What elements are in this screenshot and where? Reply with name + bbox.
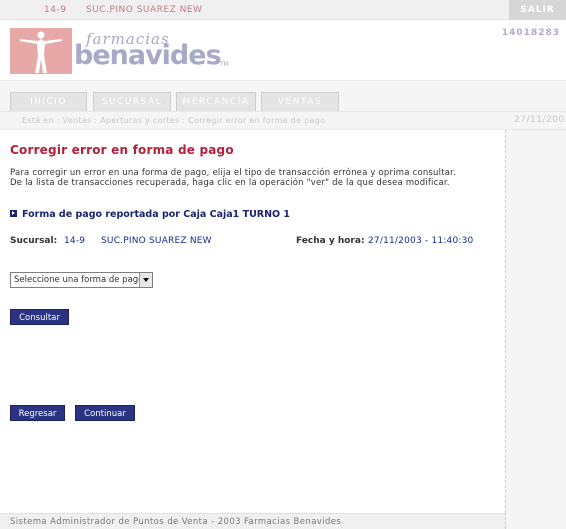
main-nav: INICIO SUCURSAL MERCANCÍA VENTAS <box>0 80 566 112</box>
header: farmacias benavides TM 14018283 <box>0 20 566 80</box>
breadcrumb-bar: Está en : Ventas : Aperturas y cortes : … <box>0 111 566 130</box>
store-name: SUC.PINO SUAREZ NEW <box>86 5 203 15</box>
consultar-button[interactable]: Consultar <box>10 309 69 325</box>
tab-inicio[interactable]: INICIO <box>10 92 87 112</box>
section-heading: Forma de pago reportada por Caja Caja1 T… <box>10 209 290 220</box>
logo-trademark: TM <box>220 61 229 68</box>
footer: Sistema Administrador de Puntos de Venta… <box>0 513 505 529</box>
footer-right-strip <box>505 513 566 529</box>
sucursal-code: 14-9 <box>64 236 86 246</box>
continuar-button[interactable]: Continuar <box>75 405 135 421</box>
chevron-down-icon[interactable] <box>139 273 152 287</box>
tab-mercancia[interactable]: MERCANCÍA <box>176 92 256 112</box>
exit-button[interactable]: SALIR <box>509 0 566 20</box>
fecha-label: Fecha y hora: <box>296 236 365 246</box>
sucursal-name: SUC.PINO SUAREZ NEW <box>101 236 212 246</box>
current-date: 27/11/2003 <box>514 115 566 125</box>
instructions: Para corregir un error en una forma de p… <box>10 168 490 188</box>
logo-figure-icon <box>10 28 72 74</box>
tab-sucursal[interactable]: SUCURSAL <box>93 92 171 112</box>
top-bar: 14-9 SUC.PINO SUAREZ NEW SALIR <box>0 0 566 20</box>
fecha-value: 27/11/2003 - 11:40:30 <box>368 236 474 246</box>
payment-type-select[interactable]: Seleccione una forma de pago <box>10 272 153 288</box>
payment-type-select-value: Seleccione una forma de pago <box>14 275 144 285</box>
arrow-bullet-icon <box>10 210 17 217</box>
page-title: Corregir error en forma de pago <box>10 143 234 157</box>
tab-ventas[interactable]: VENTAS <box>261 92 339 112</box>
section-title: Forma de pago reportada por Caja Caja1 T… <box>22 209 291 220</box>
main-content: Corregir error en forma de pago Para cor… <box>0 130 505 513</box>
user-id: 14018283 <box>501 28 560 38</box>
instructions-line-2: De la lista de transacciones recuperada,… <box>10 178 450 188</box>
store-code: 14-9 <box>44 5 67 15</box>
breadcrumb: Está en : Ventas : Aperturas y cortes : … <box>22 116 326 125</box>
logo-text-big: benavides <box>74 40 222 71</box>
instructions-line-1: Para corregir un error en una forma de p… <box>10 168 456 178</box>
regresar-button[interactable]: Regresar <box>10 405 65 421</box>
logo[interactable]: farmacias benavides TM <box>10 28 229 74</box>
footer-text: Sistema Administrador de Puntos de Venta… <box>10 517 342 527</box>
right-sidebar <box>505 130 566 513</box>
sucursal-label: Sucursal: <box>10 236 58 246</box>
